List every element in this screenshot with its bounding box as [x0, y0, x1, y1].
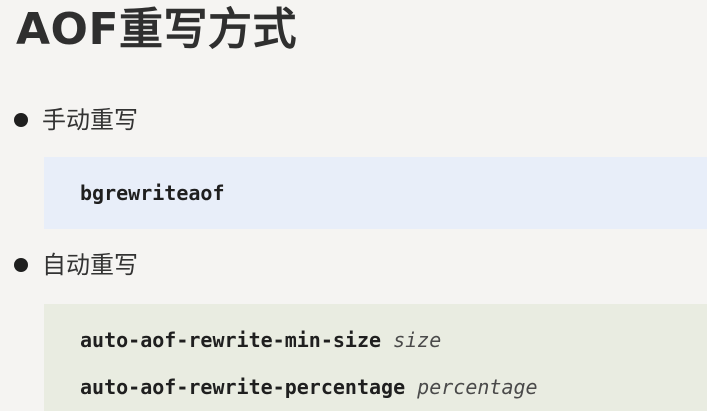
page-title: AOF重写方式	[16, 4, 298, 55]
code-line-percentage: auto-aof-rewrite-percentage percentage	[80, 375, 538, 399]
code-line-min-size: auto-aof-rewrite-min-size size	[80, 328, 441, 352]
code-command: auto-aof-rewrite-percentage	[80, 375, 406, 399]
bullet-dot-icon	[14, 258, 28, 272]
bullet-dot-icon	[14, 113, 28, 127]
code-line-bgrewriteaof: bgrewriteaof	[80, 181, 225, 205]
bullet-item-manual-rewrite: 手动重写	[14, 104, 138, 136]
bullet-label-manual-rewrite: 手动重写	[42, 106, 138, 134]
code-command: bgrewriteaof	[80, 181, 225, 205]
bullet-item-auto-rewrite: 自动重写	[14, 249, 138, 281]
manual-rewrite-code-block: bgrewriteaof	[44, 157, 707, 229]
auto-rewrite-code-block: auto-aof-rewrite-min-size size auto-aof-…	[44, 304, 707, 411]
bullet-label-auto-rewrite: 自动重写	[42, 251, 138, 279]
code-argument: size	[393, 328, 442, 352]
code-command: auto-aof-rewrite-min-size	[80, 328, 382, 352]
code-argument: percentage	[417, 375, 538, 399]
